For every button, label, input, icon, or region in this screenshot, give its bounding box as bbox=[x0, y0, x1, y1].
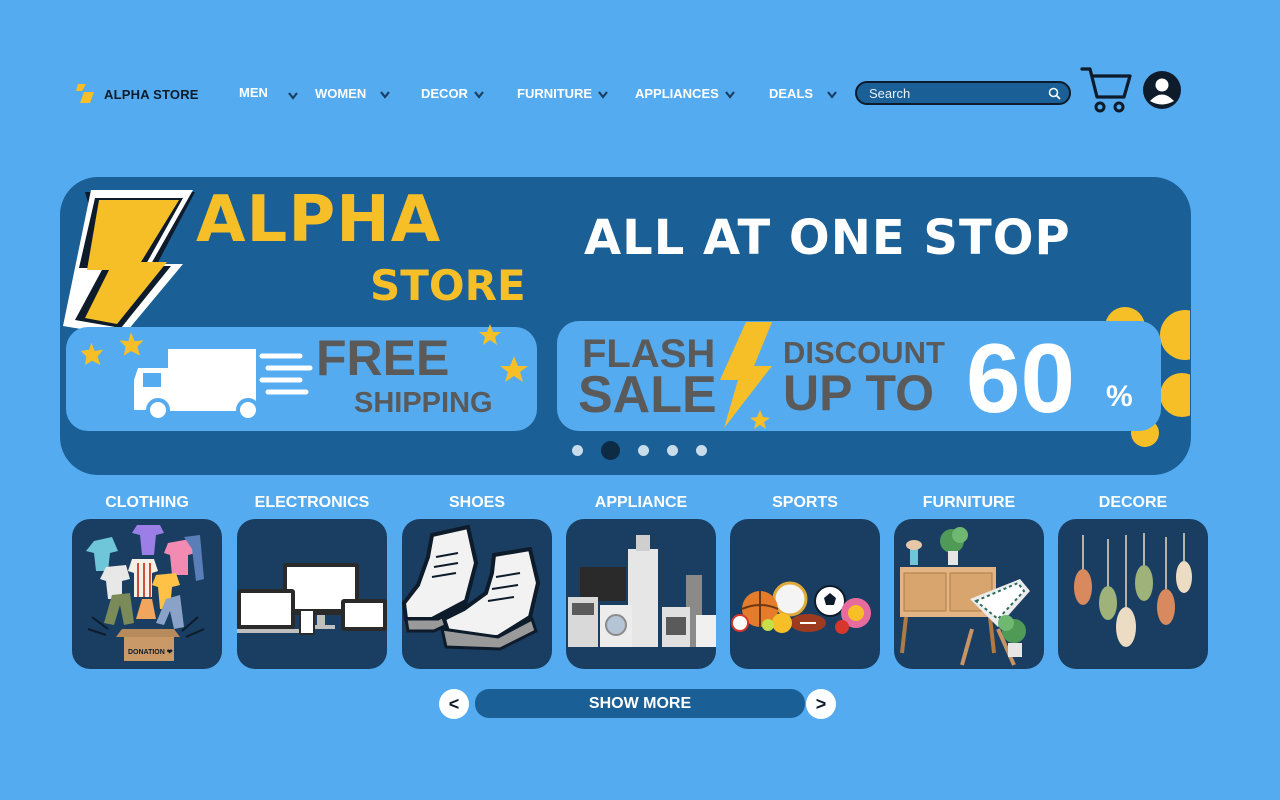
sale-text: SALE bbox=[578, 366, 717, 424]
nav-label: WOMEN bbox=[315, 86, 367, 101]
category-label-furniture[interactable]: FURNITURE bbox=[894, 494, 1044, 512]
free-title: FREE bbox=[316, 330, 450, 386]
nav-label: DEALS bbox=[769, 86, 814, 101]
nav-women[interactable]: WOMEN bbox=[315, 86, 391, 101]
delivery-truck-icon bbox=[80, 332, 313, 422]
discount-value: 60 bbox=[966, 323, 1076, 433]
sports-image bbox=[731, 581, 871, 634]
bolt-logo-icon bbox=[76, 84, 94, 103]
user-account-icon[interactable] bbox=[1142, 70, 1182, 110]
nav-label: APPLIANCES bbox=[635, 86, 719, 101]
carousel-dot[interactable] bbox=[667, 445, 678, 456]
electronics-image bbox=[237, 563, 387, 635]
lightning-bolt-icon bbox=[63, 190, 195, 336]
category-card-clothing[interactable]: DONATION ❤ bbox=[72, 519, 222, 669]
banner-slogan: ALL AT ONE STOP bbox=[584, 210, 1071, 266]
donation-box-label: DONATION ❤ bbox=[128, 649, 173, 656]
up-to-text: UP TO bbox=[783, 365, 934, 421]
category-card-decore[interactable] bbox=[1058, 519, 1208, 669]
category-label-electronics[interactable]: ELECTRONICS bbox=[237, 494, 387, 512]
search-bar bbox=[855, 81, 1071, 105]
carousel-dot[interactable] bbox=[572, 445, 583, 456]
chevron-down-icon bbox=[474, 90, 484, 99]
nav-appliances[interactable]: APPLIANCES bbox=[635, 86, 735, 101]
category-label-sports[interactable]: SPORTS bbox=[730, 494, 880, 512]
appliance-image bbox=[568, 535, 716, 647]
shipping-subtitle: SHIPPING bbox=[354, 387, 493, 419]
nav-label: DECOR bbox=[421, 86, 468, 101]
nav-label: FURNITURE bbox=[517, 86, 593, 101]
category-label-appliance[interactable]: APPLIANCE bbox=[566, 494, 716, 512]
category-label-clothing[interactable]: CLOTHING bbox=[72, 494, 222, 512]
store-logo[interactable]: ALPHA STORE bbox=[74, 84, 199, 104]
chevron-down-icon bbox=[827, 90, 837, 99]
chevron-down-icon bbox=[380, 90, 391, 99]
nav-decor[interactable]: DECOR bbox=[421, 86, 484, 101]
nav-label: MEN bbox=[239, 84, 268, 100]
category-card-shoes[interactable] bbox=[402, 519, 552, 669]
prev-arrow-button[interactable]: < bbox=[439, 689, 469, 719]
flash-bolt-icon bbox=[720, 322, 772, 429]
clothing-image bbox=[86, 525, 205, 661]
nav-men[interactable]: MEN bbox=[239, 84, 298, 100]
brand-subtitle: STORE bbox=[370, 261, 526, 310]
furniture-image bbox=[900, 527, 1030, 666]
nav-furniture[interactable]: FURNITURE bbox=[517, 86, 608, 101]
category-card-sports[interactable] bbox=[730, 519, 880, 669]
star-decorations bbox=[479, 324, 528, 382]
category-card-furniture[interactable] bbox=[894, 519, 1044, 669]
carousel-dots bbox=[572, 441, 707, 460]
carousel-dot-active[interactable] bbox=[601, 441, 620, 460]
show-more-button[interactable]: SHOW MORE bbox=[475, 689, 805, 718]
search-input[interactable] bbox=[857, 84, 1046, 102]
category-label-shoes[interactable]: SHOES bbox=[402, 494, 552, 512]
carousel-dot[interactable] bbox=[638, 445, 649, 456]
shoes-image bbox=[402, 524, 541, 651]
next-arrow-button[interactable]: > bbox=[806, 689, 836, 719]
decore-image bbox=[1074, 533, 1192, 647]
category-card-appliance[interactable] bbox=[566, 519, 716, 669]
chevron-down-icon bbox=[598, 90, 608, 99]
cart-icon[interactable] bbox=[1080, 64, 1132, 116]
brand-title: ALPHA bbox=[196, 183, 442, 257]
category-card-electronics[interactable] bbox=[237, 519, 387, 669]
chevron-down-icon bbox=[288, 92, 298, 100]
chevron-down-icon bbox=[724, 90, 735, 99]
percent-sign: % bbox=[1106, 380, 1133, 413]
search-icon[interactable] bbox=[1048, 87, 1061, 100]
nav-deals[interactable]: DEALS bbox=[769, 86, 837, 101]
logo-text: ALPHA STORE bbox=[104, 86, 199, 102]
category-label-decore[interactable]: DECORE bbox=[1058, 494, 1208, 512]
carousel-dot[interactable] bbox=[696, 445, 707, 456]
